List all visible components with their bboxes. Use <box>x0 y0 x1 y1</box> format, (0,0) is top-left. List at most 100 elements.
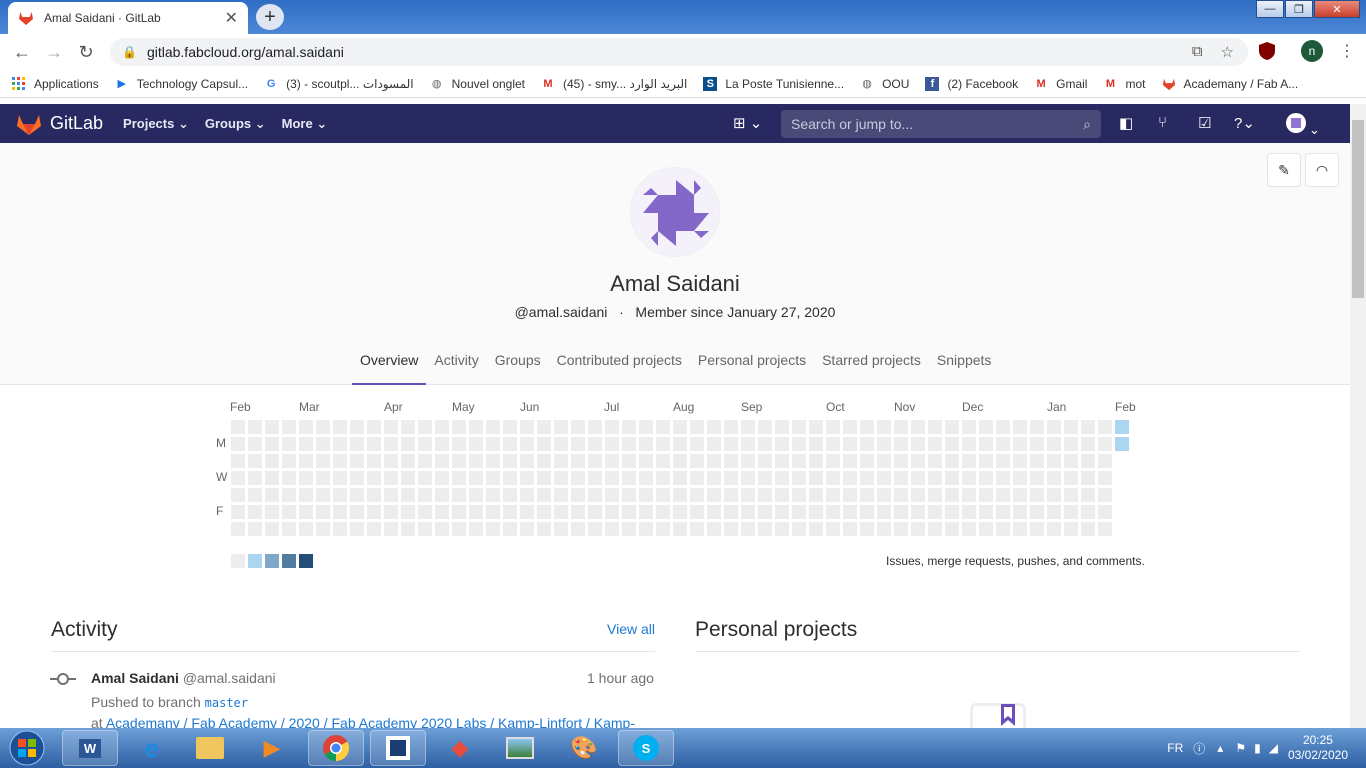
calendar-day-cell[interactable] <box>792 488 806 502</box>
calendar-day-cell[interactable] <box>554 454 568 468</box>
bookmark-applications[interactable]: Applications <box>12 76 99 91</box>
bookmark-mot[interactable]: M mot <box>1103 77 1146 91</box>
calendar-day-cell[interactable] <box>656 471 670 485</box>
calendar-day-cell[interactable] <box>945 505 959 519</box>
calendar-day-cell[interactable] <box>707 505 721 519</box>
calendar-day-cell[interactable] <box>741 437 755 451</box>
calendar-day-cell[interactable] <box>809 437 823 451</box>
calendar-day-cell[interactable] <box>1098 471 1112 485</box>
maximize-button[interactable]: ❐ <box>1285 0 1313 18</box>
calendar-day-cell[interactable] <box>690 471 704 485</box>
calendar-day-cell[interactable] <box>945 420 959 434</box>
calendar-day-cell[interactable] <box>775 420 789 434</box>
calendar-day-cell[interactable] <box>758 522 772 536</box>
language-help-icon[interactable]: ⓘ <box>1193 740 1205 757</box>
tab-contributed-projects[interactable]: Contributed projects <box>549 346 690 385</box>
calendar-day-cell[interactable] <box>1030 420 1044 434</box>
view-all-link[interactable]: View all <box>607 621 655 637</box>
bookmark-academany[interactable]: Academany / Fab A... <box>1162 77 1298 91</box>
language-indicator[interactable]: FR <box>1167 741 1183 755</box>
calendar-day-cell[interactable] <box>724 471 738 485</box>
calendar-day-cell[interactable] <box>1047 505 1061 519</box>
nav-groups-dropdown[interactable]: Groups ⌄ <box>205 116 266 132</box>
calendar-day-cell[interactable] <box>1030 454 1044 468</box>
calendar-day-cell[interactable] <box>333 437 347 451</box>
user-avatar-menu[interactable]: ⌄ <box>1285 112 1320 138</box>
calendar-day-cell[interactable] <box>401 488 415 502</box>
branch-link[interactable]: master <box>205 696 248 710</box>
calendar-day-cell[interactable] <box>724 420 738 434</box>
calendar-day-cell[interactable] <box>231 471 245 485</box>
calendar-day-cell[interactable] <box>367 420 381 434</box>
calendar-day-cell[interactable] <box>894 420 908 434</box>
calendar-day-cell[interactable] <box>1098 488 1112 502</box>
calendar-day-cell[interactable] <box>877 488 891 502</box>
calendar-day-cell[interactable] <box>741 488 755 502</box>
calendar-day-cell[interactable] <box>996 437 1010 451</box>
calendar-day-cell[interactable] <box>656 420 670 434</box>
calendar-day-cell[interactable] <box>741 522 755 536</box>
taskbar-paint[interactable]: 🎨 <box>556 730 612 766</box>
calendar-day-cell[interactable] <box>299 420 313 434</box>
calendar-day-cell[interactable] <box>758 420 772 434</box>
calendar-day-cell[interactable] <box>1013 522 1027 536</box>
calendar-day-cell[interactable] <box>962 437 976 451</box>
show-hidden-icons[interactable]: ▴ <box>1217 741 1223 755</box>
calendar-day-cell[interactable] <box>1013 471 1027 485</box>
calendar-day-cell[interactable] <box>435 454 449 468</box>
calendar-day-cell[interactable] <box>1030 522 1044 536</box>
calendar-day-cell[interactable] <box>622 522 636 536</box>
calendar-day-cell[interactable] <box>877 420 891 434</box>
calendar-day-cell[interactable] <box>894 505 908 519</box>
calendar-day-cell[interactable] <box>350 420 364 434</box>
calendar-day-cell[interactable] <box>860 471 874 485</box>
calendar-day-cell[interactable] <box>996 488 1010 502</box>
calendar-day-cell[interactable] <box>809 471 823 485</box>
calendar-day-cell[interactable] <box>571 522 585 536</box>
calendar-day-cell[interactable] <box>350 505 364 519</box>
calendar-day-cell[interactable] <box>265 420 279 434</box>
calendar-day-cell[interactable] <box>350 454 364 468</box>
calendar-day-cell[interactable] <box>1064 454 1078 468</box>
calendar-day-cell[interactable] <box>792 505 806 519</box>
calendar-day-cell[interactable] <box>843 420 857 434</box>
calendar-day-cell[interactable] <box>299 522 313 536</box>
calendar-day-cell[interactable] <box>639 420 653 434</box>
calendar-day-cell[interactable] <box>1013 488 1027 502</box>
calendar-day-cell[interactable] <box>265 454 279 468</box>
calendar-day-cell[interactable] <box>435 437 449 451</box>
calendar-day-cell[interactable] <box>282 505 296 519</box>
start-button[interactable] <box>2 728 52 768</box>
calendar-day-cell[interactable] <box>367 437 381 451</box>
issues-icon[interactable]: ◧ <box>1119 114 1133 132</box>
calendar-day-cell[interactable] <box>435 505 449 519</box>
calendar-day-cell[interactable] <box>265 488 279 502</box>
nav-projects-dropdown[interactable]: Projects ⌄ <box>123 116 189 132</box>
calendar-day-cell[interactable] <box>877 454 891 468</box>
calendar-day-cell[interactable] <box>333 420 347 434</box>
calendar-day-cell[interactable] <box>265 522 279 536</box>
calendar-day-cell[interactable] <box>928 420 942 434</box>
calendar-day-cell[interactable] <box>639 505 653 519</box>
calendar-day-cell[interactable] <box>622 471 636 485</box>
calendar-day-cell[interactable] <box>554 522 568 536</box>
action-center-icon[interactable]: ⚑ <box>1235 741 1246 755</box>
calendar-day-cell[interactable] <box>758 454 772 468</box>
calendar-day-cell[interactable] <box>707 454 721 468</box>
calendar-day-cell[interactable] <box>469 471 483 485</box>
calendar-day-cell[interactable] <box>571 505 585 519</box>
calendar-day-cell[interactable] <box>384 454 398 468</box>
back-arrow-icon[interactable]: ← <box>6 42 38 63</box>
calendar-day-cell[interactable] <box>571 420 585 434</box>
calendar-day-cell[interactable] <box>622 454 636 468</box>
calendar-day-cell[interactable] <box>503 522 517 536</box>
calendar-day-cell[interactable] <box>724 505 738 519</box>
calendar-day-cell[interactable] <box>605 420 619 434</box>
calendar-day-cell[interactable] <box>877 505 891 519</box>
calendar-day-cell[interactable] <box>877 522 891 536</box>
calendar-day-cell[interactable] <box>469 505 483 519</box>
calendar-day-cell[interactable] <box>316 522 330 536</box>
calendar-day-cell[interactable] <box>384 437 398 451</box>
calendar-day-cell[interactable] <box>248 454 262 468</box>
calendar-day-cell[interactable] <box>571 471 585 485</box>
